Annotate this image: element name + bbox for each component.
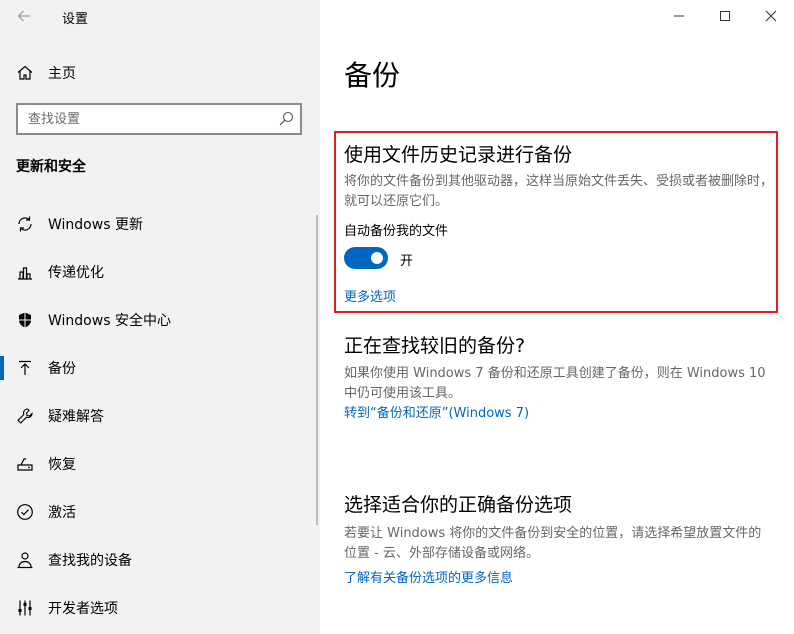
auto-backup-label: 自动备份我的文件	[344, 224, 449, 239]
window-controls	[656, 0, 794, 32]
sidebar-scrollbar[interactable]	[316, 215, 318, 525]
toggle-state-label: 开	[400, 254, 414, 269]
sidebar-item-label: 备份	[48, 361, 76, 377]
sidebar-item-recovery[interactable]: 恢复	[0, 440, 320, 488]
minimize-icon	[674, 15, 684, 17]
older-backup-heading: 正在查找较旧的备份?	[344, 335, 526, 357]
back-button[interactable]	[12, 4, 36, 28]
home-nav-item[interactable]: 主页	[16, 60, 76, 86]
recovery-icon	[16, 455, 34, 473]
check-circle-icon	[16, 503, 34, 521]
home-label: 主页	[48, 66, 76, 82]
person-locate-icon	[16, 551, 34, 569]
sidebar-item-activation[interactable]: 激活	[0, 488, 320, 536]
close-button[interactable]	[748, 0, 794, 32]
sidebar-item-label: 查找我的设备	[48, 553, 132, 569]
search-box[interactable]	[16, 103, 302, 135]
sidebar: 设置 主页 更新和安全 Windows 更新 传递优化 Windows 安全中心…	[0, 0, 320, 634]
sidebar-item-developer-options[interactable]: 开发者选项	[0, 584, 320, 632]
choose-option-heading: 选择适合你的正确备份选项	[344, 494, 573, 516]
page-title: 备份	[344, 59, 401, 92]
back-arrow-icon	[17, 10, 30, 22]
delivery-optimization-icon	[16, 263, 34, 281]
choose-option-description: 若要让 Windows 将你的文件备份到安全的位置，请选择希望放置文件的位置 -…	[344, 526, 762, 561]
maximize-button[interactable]	[702, 0, 748, 32]
auto-backup-toggle[interactable]	[344, 247, 388, 269]
file-history-description: 将你的文件备份到其他驱动器，这样当原始文件丢失、受损或者被删除时，就可以还原它们…	[344, 174, 774, 209]
sidebar-item-label: 传递优化	[48, 265, 104, 281]
sidebar-item-troubleshoot[interactable]: 疑难解答	[0, 392, 320, 440]
file-history-heading: 使用文件历史记录进行备份	[344, 144, 573, 166]
backup-restore-win7-link[interactable]: 转到“备份和还原”(Windows 7)	[344, 402, 529, 421]
more-options-link[interactable]: 更多选项	[344, 286, 396, 305]
wrench-icon	[16, 407, 34, 425]
sidebar-item-label: 激活	[48, 505, 76, 521]
search-input[interactable]	[18, 105, 258, 133]
learn-more-backup-link[interactable]: 了解有关备份选项的更多信息	[344, 567, 513, 586]
home-icon	[17, 65, 33, 80]
sidebar-item-label: 开发者选项	[48, 601, 118, 617]
backup-arrow-icon	[16, 359, 34, 377]
section-title: 更新和安全	[16, 159, 86, 175]
sidebar-item-label: Windows 更新	[48, 217, 143, 233]
title-bar: 设置	[0, 0, 320, 32]
sidebar-item-label: Windows 安全中心	[48, 313, 171, 329]
app-title: 设置	[62, 12, 89, 27]
search-icon[interactable]	[278, 111, 294, 127]
maximize-icon	[720, 11, 730, 21]
sidebar-item-windows-security[interactable]: Windows 安全中心	[0, 296, 320, 344]
sidebar-item-backup[interactable]: 备份	[0, 344, 320, 392]
sidebar-item-windows-update[interactable]: Windows 更新	[0, 200, 320, 248]
toggle-knob	[371, 252, 383, 264]
developer-sliders-icon	[16, 599, 34, 617]
sidebar-nav: Windows 更新 传递优化 Windows 安全中心 备份 疑难解答 恢复 …	[0, 200, 320, 632]
sidebar-item-find-my-device[interactable]: 查找我的设备	[0, 536, 320, 584]
shield-icon	[16, 311, 34, 329]
older-backup-description: 如果你使用 Windows 7 备份和还原工具创建了备份，则在 Windows …	[344, 366, 766, 401]
sync-icon	[16, 215, 34, 233]
sidebar-item-delivery-optimization[interactable]: 传递优化	[0, 248, 320, 296]
close-icon	[765, 10, 777, 22]
sidebar-item-label: 恢复	[48, 457, 76, 473]
sidebar-item-label: 疑难解答	[48, 409, 104, 425]
minimize-button[interactable]	[656, 0, 702, 32]
